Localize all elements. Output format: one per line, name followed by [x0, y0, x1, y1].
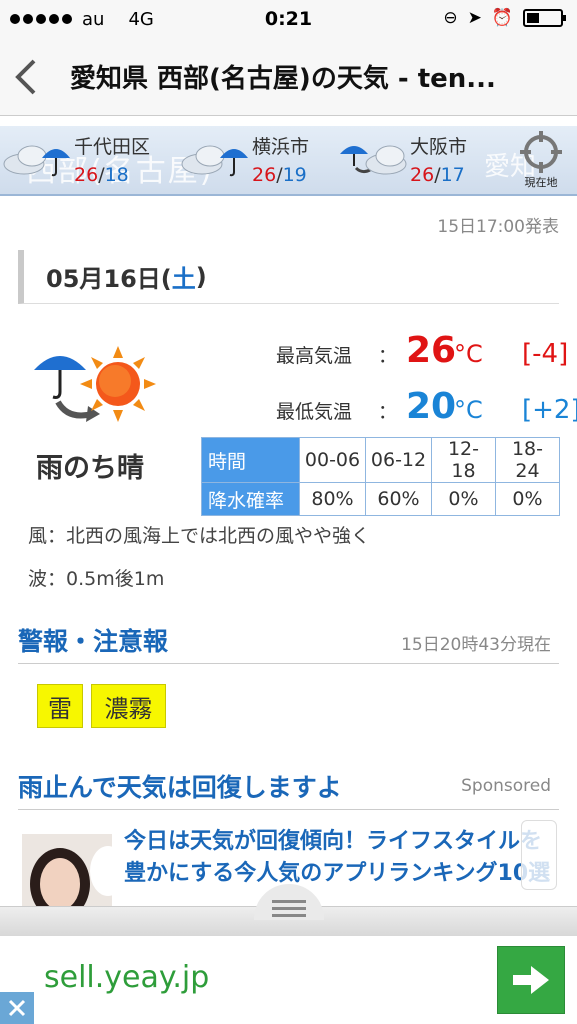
- current-location-label: 現在地: [524, 176, 558, 189]
- weather-description: 雨のち晴: [36, 453, 144, 484]
- wind-info: 風：北西の風海上では北西の風やや強く: [28, 525, 371, 547]
- back-button[interactable]: [0, 38, 50, 116]
- arrow-right-icon: [513, 966, 549, 994]
- warnings-title: 警報・注意報: [18, 627, 169, 656]
- sponsored-section-header: 雨止んで天気は回復しますよ Sponsored: [18, 766, 559, 810]
- time-slot: 06-12: [365, 437, 432, 483]
- ad-overlay-circle: [90, 846, 126, 896]
- low-temperature-unit: °C: [454, 396, 483, 424]
- rain-then-cloud-icon: [340, 145, 407, 175]
- time-slot: 12-18: [431, 437, 496, 483]
- city-item[interactable]: 千代田区 26/18: [2, 130, 178, 192]
- banner-close-button[interactable]: [0, 992, 34, 1024]
- wave-info: 波：0.5m後1m: [28, 568, 165, 590]
- warning-badge-thunder[interactable]: 雷: [37, 684, 83, 728]
- battery-icon: [523, 9, 566, 27]
- forecast-date-close: ): [195, 262, 207, 291]
- high-temperature-label: 最高気温: [276, 345, 353, 367]
- location-arrow-icon: ➤: [467, 8, 482, 28]
- forecast-date: 05月16日(: [46, 265, 172, 293]
- status-bar: au 4G 0:21 ⊖ ➤ ⏰: [0, 0, 577, 38]
- close-icon: [8, 999, 26, 1017]
- ad-banner[interactable]: sell.yeay.jp: [0, 936, 577, 1024]
- grip-line: [272, 900, 306, 903]
- sponsored-title: 雨止んで天気は回復しますよ: [18, 773, 342, 802]
- rotation-lock-icon: ⊖: [443, 8, 458, 28]
- low-temperature-row: 最低気温 ： 20 °C [+2]: [276, 386, 577, 427]
- warning-badge-fog[interactable]: 濃霧: [91, 684, 166, 728]
- ad-headline[interactable]: 今日は天気が回復傾向！ライフスタイルを豊かにする今人気のアプリランキング10選: [124, 826, 554, 890]
- high-temperature-unit: °C: [454, 340, 483, 368]
- precipitation-table: 時間 00-06 06-12 12-18 18-24 降水確率 80% 60% …: [201, 437, 560, 516]
- chevron-left-icon: [15, 59, 36, 94]
- low-temperature-label: 最低気温: [276, 401, 353, 423]
- high-temperature-row: 最高気温 ： 26 °C [-4]: [276, 330, 569, 371]
- table-header-time: 時間: [201, 437, 300, 483]
- high-temperature-value: 26: [406, 330, 457, 371]
- announce-time: 15日17:00発表: [437, 217, 559, 237]
- city-temperature: 26/18: [74, 164, 129, 186]
- city-item[interactable]: 横浜市 26/19: [180, 130, 340, 192]
- city-strip[interactable]: 西部(名古屋) 愛知 千代田区 26/18 横浜市 26/19 大阪市 26/1…: [0, 126, 577, 196]
- rain-probability: 80%: [299, 482, 366, 516]
- warnings-time: 15日20時43分現在: [401, 635, 551, 655]
- warnings-section-header: 警報・注意報 15日20時43分現在: [18, 620, 559, 664]
- rain-umbrella-cloud-icon: [181, 145, 248, 177]
- low-temperature-diff: [+2]: [522, 395, 577, 425]
- city-temperature: 26/17: [410, 164, 465, 186]
- forecast-date-header: 05月16日(土): [18, 250, 559, 304]
- rain-probability: 0%: [431, 482, 496, 516]
- grip-line: [272, 907, 306, 910]
- current-location-button[interactable]: 現在地: [511, 128, 571, 192]
- ad-side-handle[interactable]: [521, 820, 557, 890]
- banner-go-button[interactable]: [497, 946, 565, 1014]
- high-temperature-diff: [-4]: [522, 339, 569, 369]
- city-temperature: 26/19: [252, 164, 307, 186]
- rain-probability: 0%: [495, 482, 560, 516]
- city-item[interactable]: 大阪市 26/17: [338, 130, 498, 192]
- status-icons: ⊖ ➤ ⏰: [443, 8, 566, 28]
- time-slot: 00-06: [299, 437, 366, 483]
- city-name: 大阪市: [410, 136, 468, 158]
- day-of-week: 土: [171, 265, 196, 293]
- time-slot: 18-24: [495, 437, 560, 483]
- city-name: 横浜市: [252, 136, 310, 158]
- navigation-bar: 愛知県 西部(名古屋)の天気 - ten...: [0, 38, 577, 116]
- low-temperature-value: 20: [406, 386, 457, 427]
- page-title: 愛知県 西部(名古屋)の天気 - ten...: [70, 64, 496, 94]
- sponsored-label: Sponsored: [461, 776, 551, 796]
- rain-then-sun-icon: [34, 346, 156, 422]
- crosshair-icon: [520, 131, 562, 173]
- banner-text: sell.yeay.jp: [44, 960, 210, 995]
- rain-umbrella-cloud-icon: [3, 145, 70, 177]
- table-header-probability: 降水確率: [201, 482, 300, 516]
- city-name: 千代田区: [74, 136, 151, 158]
- alarm-icon: ⏰: [491, 8, 513, 28]
- rain-probability: 60%: [365, 482, 432, 516]
- grip-line: [272, 914, 306, 917]
